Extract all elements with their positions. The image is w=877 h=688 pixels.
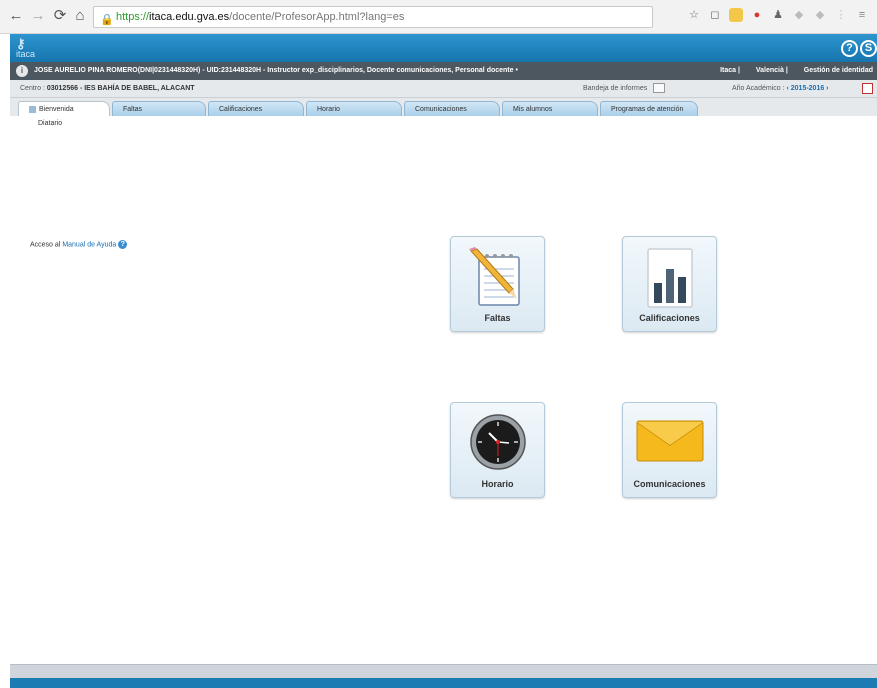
tab-bienvenida[interactable]: Bienvenida	[18, 101, 110, 116]
anio-academico: Año Académico : ‹ 2015-2016 ›	[732, 85, 829, 92]
back-arrow-icon[interactable]: ←	[8, 8, 24, 24]
bookmark-star-icon[interactable]: ☆	[687, 8, 701, 22]
valenciano-link[interactable]: Valencià |	[756, 67, 788, 74]
anio-selector[interactable]: ‹ 2015-2016 ›	[786, 85, 828, 92]
horizontal-scrollbar[interactable]	[10, 664, 877, 678]
centro-bar: Centro : 03012566 - IES BAHÍA DE BABEL, …	[10, 80, 877, 98]
notepad-pencil-icon	[468, 247, 520, 306]
tab-calificaciones[interactable]: Calificaciones	[208, 101, 304, 116]
subtab-diatario[interactable]: Diatario	[38, 120, 62, 127]
centro-info: Centro : 03012566 - IES BAHÍA DE BABEL, …	[20, 85, 195, 92]
bandeja-informes[interactable]: Bandeja de informes	[583, 80, 666, 98]
url-path: /docente/ProfesorApp.html?lang=es	[229, 11, 405, 23]
centro-value: 03012566 - IES BAHÍA DE BABEL, ALACANT	[46, 85, 195, 92]
tile-calificaciones-label: Calificaciones	[639, 313, 700, 323]
user-info-bar: i JOSE AURELIO PINA ROMERO(DNI|023144832…	[10, 62, 877, 80]
pocket-icon[interactable]: ◻	[708, 8, 722, 22]
header-help-icons: ? S	[841, 40, 877, 57]
url-host: itaca.edu.gva.es	[149, 11, 230, 23]
browser-toolbar: ← → ⟳ ⌂ 🔒 https://itaca.edu.gva.es/docen…	[0, 0, 877, 34]
clock-icon	[469, 414, 526, 470]
extension-lastpass-icon[interactable]: ●	[750, 8, 764, 22]
calendar-icon[interactable]	[862, 83, 873, 94]
inbox-icon[interactable]	[653, 83, 666, 94]
tile-comunicaciones[interactable]: Comunicaciones	[622, 402, 717, 498]
main-tabs: Bienvenida Faltas Calificaciones Horario…	[10, 98, 877, 116]
itaca-app: ⚷ itaca ? S i JOSE AURELIO PINA ROMERO(D…	[10, 34, 877, 688]
url-protocol: https://	[116, 11, 150, 23]
tile-calificaciones[interactable]: Calificaciones	[622, 236, 717, 332]
envelope-icon	[636, 420, 703, 462]
help-circle-icon[interactable]: ?	[118, 240, 128, 249]
address-bar[interactable]: 🔒 https://itaca.edu.gva.es/docente/Profe…	[93, 6, 653, 28]
tile-comunicaciones-label: Comunicaciones	[633, 479, 706, 489]
extension-person-icon[interactable]: ♟	[771, 8, 785, 22]
tile-faltas[interactable]: Faltas	[450, 236, 545, 332]
manual-access: Acceso al Manual de Ayuda ?	[30, 240, 128, 249]
bar-chart-icon	[646, 248, 693, 308]
user-identity: JOSE AURELIO PINA ROMERO(DNI|0231448320H…	[34, 67, 518, 74]
tab-faltas[interactable]: Faltas	[112, 101, 206, 116]
tile-faltas-label: Faltas	[484, 313, 511, 323]
tab-horario[interactable]: Horario	[306, 101, 402, 116]
itaca-link[interactable]: Itaca |	[720, 67, 740, 74]
user-bar-links: Itaca | Valencià | Gestión de identidad	[706, 62, 873, 80]
help-icon[interactable]: ?	[841, 40, 858, 57]
extension-icons: ☆ ◻ ● ♟ ◆ ◆ ⋮ ≡	[687, 8, 869, 26]
app-footer	[10, 678, 877, 688]
lock-icon: 🔒	[100, 14, 114, 26]
reload-icon[interactable]: ⟳	[52, 8, 68, 24]
extension-gray2-icon[interactable]: ◆	[813, 8, 827, 22]
itaca-logo: ⚷ itaca	[16, 36, 36, 59]
tile-horario[interactable]: Horario	[450, 402, 545, 498]
info-icon[interactable]: i	[16, 65, 28, 77]
menu-icon[interactable]: ≡	[855, 8, 869, 22]
manual-ayuda-link[interactable]: Manual de Ayuda	[62, 241, 116, 248]
gestion-identidad-link[interactable]: Gestión de identidad	[804, 67, 873, 74]
tab-comunicaciones[interactable]: Comunicaciones	[404, 101, 500, 116]
home-tab-icon	[29, 105, 36, 113]
forward-arrow-icon[interactable]: →	[30, 8, 46, 24]
welcome-content: Diatario Acceso al Manual de Ayuda ? Fal…	[10, 116, 877, 664]
tile-horario-label: Horario	[481, 479, 514, 489]
tab-mis-alumnos[interactable]: Mis alumnos	[502, 101, 598, 116]
extension-gray3-icon[interactable]: ⋮	[834, 8, 848, 22]
tab-programas-atencion[interactable]: Programas de atención	[600, 101, 698, 116]
home-icon[interactable]: ⌂	[72, 8, 88, 24]
extension-gray-icon[interactable]: ◆	[792, 8, 806, 22]
logout-icon[interactable]: S	[860, 40, 877, 57]
extension-note-icon[interactable]	[729, 8, 743, 22]
app-header: ⚷ itaca ? S	[10, 34, 877, 62]
